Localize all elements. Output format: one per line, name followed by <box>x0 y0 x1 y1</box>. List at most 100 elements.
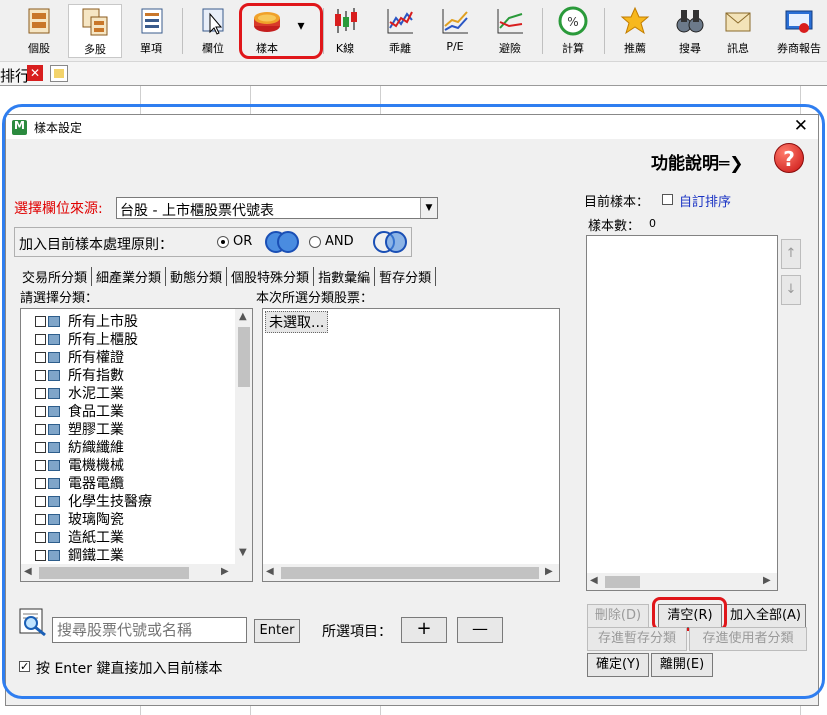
category-checkbox[interactable] <box>35 406 46 417</box>
list-item[interactable]: 水泥工業 <box>35 383 124 402</box>
category-checkbox[interactable] <box>35 442 46 453</box>
list-item[interactable]: 化學生技醫療 <box>35 491 152 510</box>
toolbar-message-button[interactable]: 訊息 <box>711 4 765 58</box>
help-label[interactable]: 功能說明═❯ <box>651 149 743 174</box>
list-item[interactable]: 食品工業 <box>35 401 124 420</box>
source-select[interactable]: 台股 - 上市櫃股票代號表 ▼ <box>116 197 438 219</box>
current-sample-list[interactable]: ◀ ▶ <box>586 235 778 591</box>
close-icon[interactable]: ✕ <box>27 65 43 81</box>
help-question-icon[interactable]: ? <box>774 143 804 173</box>
toolbar-pe-button[interactable]: P/E <box>428 4 482 58</box>
toolbar-column-button[interactable]: 欄位 <box>186 4 240 58</box>
enter-add-checkbox[interactable] <box>19 661 30 672</box>
scroll-up-icon[interactable]: ▲ <box>239 311 247 322</box>
category-doc-icon <box>48 442 60 453</box>
list-item[interactable]: 紡織纖維 <box>35 437 124 456</box>
scroll-left-icon[interactable]: ◀ <box>266 566 274 577</box>
source-select-value: 台股 - 上市櫃股票代號表 <box>120 203 274 219</box>
move-down-button[interactable]: ↓ <box>781 275 801 305</box>
plus-button[interactable]: + <box>401 617 447 643</box>
scroll-right-icon[interactable]: ▶ <box>545 566 553 577</box>
category-checkbox[interactable] <box>35 460 46 471</box>
list-item[interactable]: 電器電纜 <box>35 473 124 492</box>
delete-button[interactable]: 刪除(D) <box>587 604 649 628</box>
chevron-down-icon[interactable]: ▼ <box>420 198 437 218</box>
custom-sort-label[interactable]: 自訂排序 <box>679 191 731 210</box>
toolbar-kline-button[interactable]: K線 <box>318 4 372 58</box>
category-label: 化學生技醫療 <box>68 494 152 510</box>
category-vscroll[interactable]: ▲ ▼ <box>235 309 252 564</box>
save-temp-category-button[interactable]: 存進暫存分類 <box>587 627 687 651</box>
save-user-category-button[interactable]: 存進使用者分類 <box>689 627 807 651</box>
app-logo-icon <box>12 119 27 135</box>
category-doc-icon <box>48 406 60 417</box>
list-item[interactable]: 所有上市股 <box>35 311 138 330</box>
list-item[interactable]: 鋼鐵工業 <box>35 545 124 564</box>
or-radio[interactable] <box>217 236 229 248</box>
enter-button[interactable]: Enter <box>254 619 300 643</box>
list-item[interactable]: 玻璃陶瓷 <box>35 509 124 528</box>
tab-exchange[interactable]: 交易所分類 <box>18 267 93 286</box>
scroll-thumb[interactable] <box>39 567 189 579</box>
tab-temp[interactable]: 暫存分類 <box>375 267 437 286</box>
list-item[interactable]: 所有上櫃股 <box>35 329 138 348</box>
and-radio[interactable] <box>309 236 321 248</box>
list-item[interactable]: 塑膠工業 <box>35 419 124 438</box>
tab-index[interactable]: 指數彙編 <box>314 267 376 286</box>
category-checkbox[interactable] <box>35 352 46 363</box>
toolbar-calc-button[interactable]: % 計算 <box>546 4 600 58</box>
category-checkbox[interactable] <box>35 388 46 399</box>
leave-button[interactable]: 離開(E) <box>651 653 713 677</box>
tab-sub-industry[interactable]: 細產業分類 <box>92 267 167 286</box>
toolbar-broker-report-button[interactable]: 券商報告 <box>771 4 827 58</box>
ok-button[interactable]: 確定(Y) <box>587 653 649 677</box>
sample-hscroll[interactable]: ◀ ▶ <box>587 573 777 590</box>
list-item[interactable]: 所有指數 <box>35 365 124 384</box>
scroll-right-icon[interactable]: ▶ <box>763 575 771 586</box>
category-checkbox[interactable] <box>35 370 46 381</box>
toolbar-recommend-button[interactable]: 推薦 <box>608 4 662 58</box>
new-tab-icon[interactable] <box>50 65 68 82</box>
tab-dynamic[interactable]: 動態分類 <box>166 267 228 286</box>
category-checkbox[interactable] <box>35 496 46 507</box>
list-item[interactable]: 電機機械 <box>35 455 124 474</box>
scroll-left-icon[interactable]: ◀ <box>590 575 598 586</box>
list-item[interactable]: 所有權證 <box>35 347 124 366</box>
category-checkbox[interactable] <box>35 424 46 435</box>
toolbar-single-stock-button[interactable]: 個股 <box>12 4 66 58</box>
broker-report-icon <box>785 10 813 33</box>
toolbar-search-button[interactable]: 搜尋 <box>663 4 717 58</box>
list-item[interactable]: 造紙工業 <box>35 527 124 546</box>
toolbar-hedge-button[interactable]: 避險 <box>483 4 537 58</box>
add-all-button[interactable]: 加入全部(A) <box>726 604 806 628</box>
search-field[interactable] <box>52 617 247 643</box>
scroll-down-icon[interactable]: ▼ <box>239 547 247 558</box>
close-icon[interactable]: ✕ <box>794 116 808 136</box>
custom-sort-checkbox[interactable] <box>662 194 673 205</box>
category-hscroll[interactable]: ◀ ▶ <box>21 564 252 581</box>
minus-button[interactable]: — <box>457 617 503 643</box>
category-checkbox[interactable] <box>35 478 46 489</box>
toolbar-single-item-button[interactable]: 單項 <box>124 4 178 58</box>
category-label: 鋼鐵工業 <box>68 548 124 564</box>
category-checkbox[interactable] <box>35 334 46 345</box>
move-up-button[interactable]: ↑ <box>781 239 801 269</box>
category-checkbox[interactable] <box>35 532 46 543</box>
selected-hscroll[interactable]: ◀ ▶ <box>263 564 559 581</box>
category-checkbox[interactable] <box>35 316 46 327</box>
toolbar-multi-stock-button[interactable]: 多股 <box>68 4 122 58</box>
category-tree[interactable]: 所有上市股 所有上櫃股 所有權證 所有指數 水泥工業 食品工業 塑膠工業 紡織纖維 電機機械 電器… <box>20 308 253 582</box>
toolbar-deviation-button[interactable]: 乖離 <box>373 4 427 58</box>
scroll-thumb[interactable] <box>605 576 640 588</box>
scroll-thumb[interactable] <box>238 327 250 387</box>
selected-stocks-list[interactable]: 未選取... ◀ ▶ <box>262 308 560 582</box>
search-input[interactable] <box>53 618 243 642</box>
category-checkbox[interactable] <box>35 514 46 525</box>
tab-ranking-partial[interactable]: 排行 <box>0 65 30 86</box>
clear-button[interactable]: 清空(R) <box>658 604 722 628</box>
scroll-right-icon[interactable]: ▶ <box>221 566 229 577</box>
tab-special[interactable]: 個股特殊分類 <box>227 267 315 286</box>
scroll-thumb[interactable] <box>281 567 539 579</box>
category-checkbox[interactable] <box>35 550 46 561</box>
scroll-left-icon[interactable]: ◀ <box>24 566 32 577</box>
